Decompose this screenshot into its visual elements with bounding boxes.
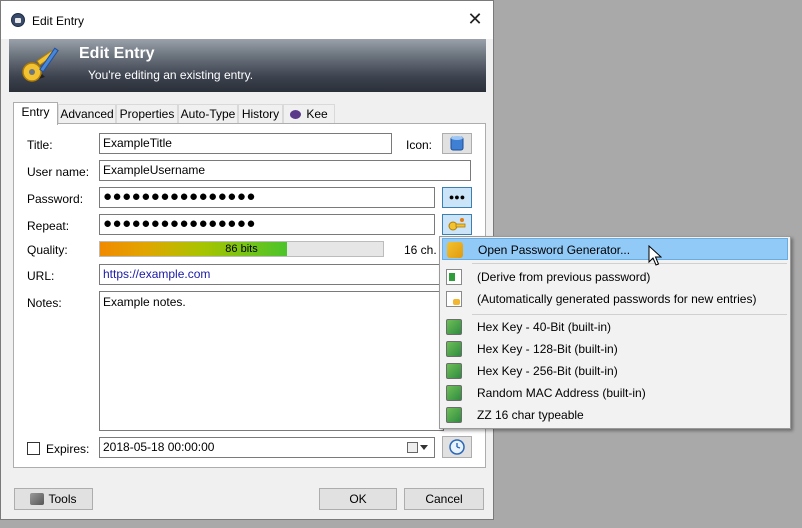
edit-entry-dialog: Edit Entry ✕ Edit Entry You're editing a… [0, 0, 494, 520]
builtin-profile-icon [446, 341, 462, 357]
menu-item-auto-generated[interactable]: (Automatically generated passwords for n… [442, 288, 788, 310]
menu-item-derive[interactable]: (Derive from previous password) [442, 266, 788, 288]
expires-checkbox[interactable] [27, 442, 40, 455]
tab-advanced[interactable]: Advanced [58, 104, 116, 124]
cancel-button[interactable]: Cancel [404, 488, 484, 510]
close-icon[interactable]: ✕ [464, 9, 486, 31]
title-bar: Edit Entry ✕ [1, 1, 493, 39]
window-title: Edit Entry [32, 14, 85, 28]
tab-history[interactable]: History [238, 104, 283, 124]
mouse-cursor-icon [648, 245, 662, 266]
menu-item-zz-16-char[interactable]: ZZ 16 char typeable [442, 404, 788, 426]
menu-item-label: (Automatically generated passwords for n… [477, 292, 757, 306]
banner-subtitle: You're editing an existing entry. [88, 68, 254, 82]
auto-generate-document-icon [446, 291, 462, 307]
username-label: User name: [27, 165, 90, 179]
password-label: Password: [27, 192, 84, 206]
expiry-presets-button[interactable] [442, 436, 472, 458]
calendar-dropdown[interactable] [407, 441, 429, 455]
menu-separator [472, 314, 787, 315]
ok-button[interactable]: OK [319, 488, 397, 510]
menu-item-label: Hex Key - 256-Bit (built-in) [477, 364, 618, 378]
password-generator-menu: Open Password Generator... (Derive from … [439, 236, 791, 429]
tab-auto-type[interactable]: Auto-Type [178, 104, 238, 124]
menu-item-open-generator[interactable]: Open Password Generator... [442, 238, 788, 260]
builtin-profile-icon [446, 385, 462, 401]
url-field[interactable]: https://example.com [99, 264, 444, 285]
builtin-profile-icon [446, 363, 462, 379]
tools-button-label: Tools [48, 492, 77, 506]
key-generator-icon [447, 242, 463, 258]
menu-item-label: Hex Key - 128-Bit (built-in) [477, 342, 618, 356]
quality-chars: 16 ch. [404, 243, 437, 257]
menu-separator [472, 263, 787, 264]
username-field[interactable]: ExampleUsername [99, 160, 471, 181]
database-icon [450, 136, 464, 151]
tools-button[interactable]: Tools [14, 488, 93, 510]
builtin-profile-icon [446, 407, 462, 423]
menu-item-label: Open Password Generator... [478, 243, 631, 257]
repeat-label: Repeat: [27, 219, 70, 233]
key-generator-icon [448, 218, 466, 231]
chevron-down-icon [420, 445, 428, 450]
builtin-profile-icon [446, 319, 462, 335]
tab-entry[interactable]: Entry [13, 102, 58, 125]
menu-item-label: Random MAC Address (built-in) [477, 386, 646, 400]
password-generator-button[interactable] [442, 214, 472, 235]
keepass-lock-icon [11, 13, 25, 27]
url-label: URL: [27, 269, 55, 283]
quality-bar: 86 bits [99, 241, 384, 257]
menu-item-hex-40[interactable]: Hex Key - 40-Bit (built-in) [442, 316, 788, 338]
notes-label: Notes: [27, 296, 62, 310]
clock-icon [449, 439, 465, 455]
quality-label: Quality: [27, 243, 68, 257]
tools-icon [30, 493, 45, 505]
menu-item-label: (Derive from previous password) [477, 270, 651, 284]
expires-label: Expires: [46, 442, 90, 456]
icon-label: Icon: [406, 138, 433, 152]
tab-properties[interactable]: Properties [116, 104, 178, 124]
repeat-password-field[interactable]: ●●●●●●●●●●●●●●●● [99, 214, 435, 235]
edit-key-icon [22, 47, 59, 82]
notes-field[interactable]: Example notes. [99, 291, 444, 431]
menu-item-hex-128[interactable]: Hex Key - 128-Bit (built-in) [442, 338, 788, 360]
password-field[interactable]: ●●●●●●●●●●●●●●●● [99, 187, 435, 208]
title-field[interactable]: ExampleTitle [99, 133, 392, 154]
derive-document-icon [446, 269, 462, 285]
kee-icon [290, 110, 302, 119]
header-banner: Edit Entry You're editing an existing en… [9, 39, 486, 92]
menu-item-label: Hex Key - 40-Bit (built-in) [477, 320, 612, 334]
expiry-date-field[interactable]: 2018-05-18 00:00:00 [99, 437, 435, 458]
tab-kee-label: Kee [306, 107, 328, 121]
tab-kee[interactable]: Kee [283, 104, 335, 124]
menu-item-hex-256[interactable]: Hex Key - 256-Bit (built-in) [442, 360, 788, 382]
menu-item-random-mac[interactable]: Random MAC Address (built-in) [442, 382, 788, 404]
banner-title: Edit Entry [79, 45, 155, 62]
menu-item-label: ZZ 16 char typeable [477, 408, 584, 422]
title-label: Title: [27, 138, 53, 152]
reveal-password-button[interactable]: ●●● [442, 187, 472, 208]
icon-picker-button[interactable] [442, 133, 472, 154]
calendar-icon [407, 442, 418, 453]
quality-bits-text: 86 bits [225, 243, 258, 255]
